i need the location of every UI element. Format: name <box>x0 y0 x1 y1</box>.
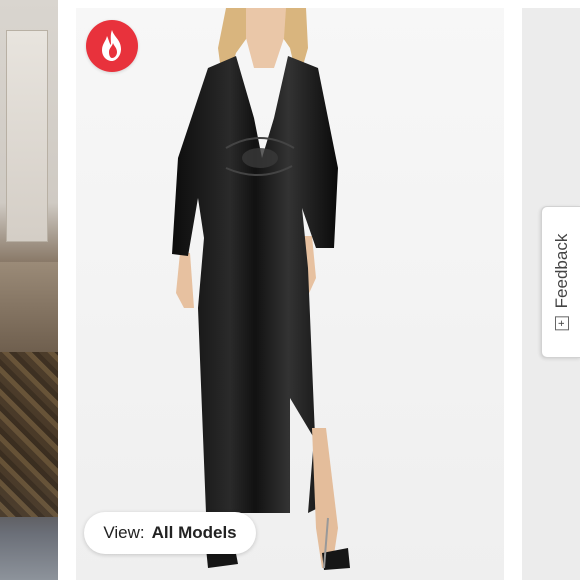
flame-icon <box>102 30 121 61</box>
hot-item-badge <box>86 20 138 72</box>
previous-slide-image[interactable] <box>0 0 58 580</box>
carved-panel <box>0 352 58 517</box>
view-value: All Models <box>151 523 237 542</box>
view-models-selector[interactable]: View: All Models <box>84 512 256 554</box>
doorway-frame <box>6 30 48 242</box>
plus-box-icon: + <box>554 316 569 331</box>
feedback-label: Feedback <box>551 233 571 309</box>
feedback-tab[interactable]: + Feedback <box>541 206 580 358</box>
view-label: View: <box>103 523 145 542</box>
marble-table <box>0 262 58 352</box>
black-satin-maxi-dress-photo <box>76 8 504 580</box>
product-image-slide[interactable] <box>76 8 504 580</box>
